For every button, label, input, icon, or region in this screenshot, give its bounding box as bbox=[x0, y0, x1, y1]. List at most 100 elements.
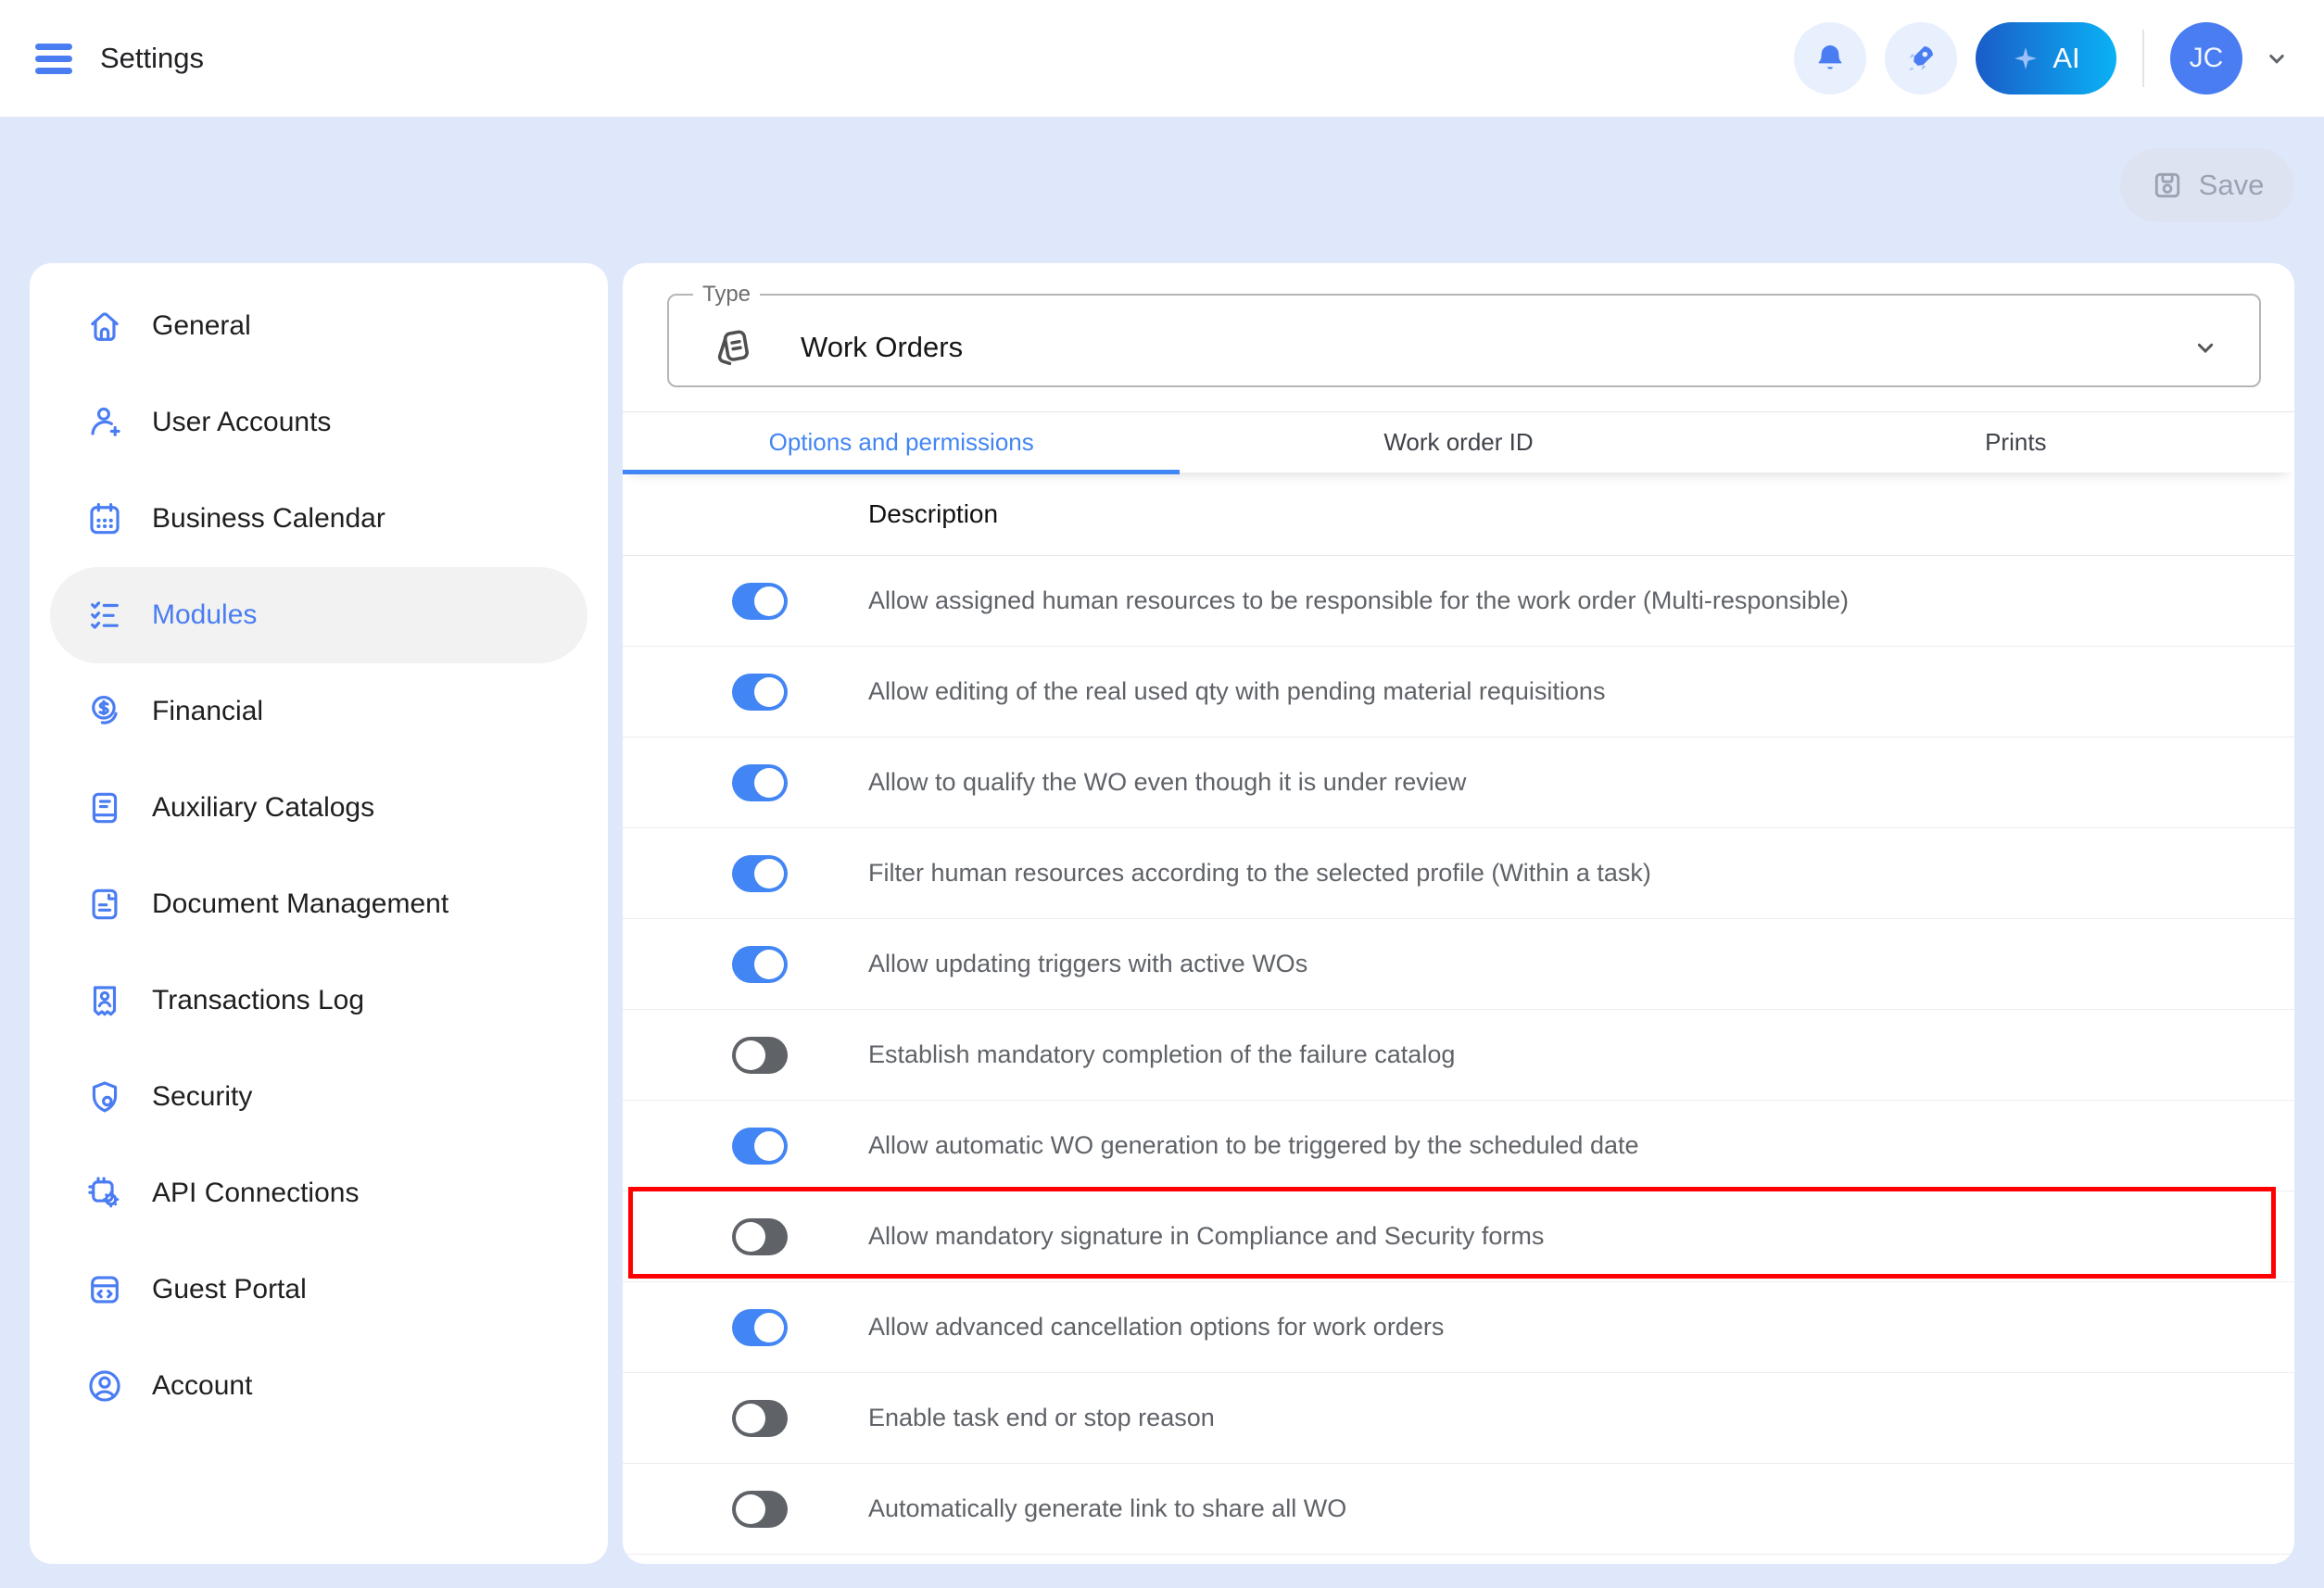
description-column-header: Description bbox=[623, 473, 2294, 556]
page-title: Settings bbox=[100, 42, 204, 75]
permission-description: Filter human resources according to the … bbox=[868, 859, 1707, 888]
modules-panel: Type Work Orders bbox=[623, 263, 2294, 1564]
bell-icon bbox=[1812, 40, 1849, 77]
permission-description: Allow to qualify the WO even though it i… bbox=[868, 768, 1522, 797]
toggle-knob bbox=[736, 1222, 765, 1252]
permission-description: Allow assigned human resources to be res… bbox=[868, 586, 1904, 615]
toggle-knob bbox=[754, 950, 784, 979]
toggle-knob bbox=[736, 1404, 765, 1433]
sidebar-item-label: Auxiliary Catalogs bbox=[152, 792, 374, 824]
sidebar-item-auxiliary-catalogs[interactable]: Auxiliary Catalogs bbox=[50, 760, 587, 856]
sidebar-item-modules[interactable]: Modules bbox=[50, 567, 587, 663]
save-icon bbox=[2151, 169, 2184, 202]
toggle-switch[interactable] bbox=[732, 1400, 788, 1437]
launch-button[interactable] bbox=[1885, 22, 1957, 95]
permission-row: Filter human resources according to the … bbox=[623, 828, 2294, 919]
sidebar-item-label: General bbox=[152, 310, 251, 342]
sidebar-item-security[interactable]: Security bbox=[50, 1049, 587, 1145]
sidebar-item-label: Guest Portal bbox=[152, 1274, 307, 1305]
type-field-label: Type bbox=[693, 282, 760, 308]
document-icon bbox=[85, 885, 124, 924]
user-add-icon bbox=[85, 403, 124, 442]
toggle-knob bbox=[754, 859, 784, 889]
toggle-switch[interactable] bbox=[732, 855, 788, 892]
tab-label: Options and permissions bbox=[769, 428, 1034, 457]
sidebar-item-label: Document Management bbox=[152, 889, 448, 920]
sidebar-item-api-connections[interactable]: API Connections bbox=[50, 1145, 587, 1241]
shield-icon bbox=[85, 1078, 124, 1116]
header-divider bbox=[2142, 30, 2144, 87]
avatar-initials: JC bbox=[2190, 43, 2224, 74]
permission-description: Allow updating triggers with active WOs bbox=[868, 950, 1363, 978]
menu-icon[interactable] bbox=[35, 44, 72, 74]
permission-description: Automatically generate link to share all… bbox=[868, 1494, 1402, 1523]
permissions-list: Allow assigned human resources to be res… bbox=[623, 556, 2294, 1564]
permission-description: Establish mandatory completion of the fa… bbox=[868, 1040, 1510, 1069]
permission-row: Allow updating triggers with active WOs bbox=[623, 919, 2294, 1010]
toggle-switch[interactable] bbox=[732, 764, 788, 801]
receipt-user-icon bbox=[85, 981, 124, 1020]
sidebar-item-business-calendar[interactable]: Business Calendar bbox=[50, 471, 587, 567]
toggle-switch[interactable] bbox=[732, 674, 788, 711]
sidebar-item-document-management[interactable]: Document Management bbox=[50, 856, 587, 952]
permission-row: Allow to qualify the WO even though it i… bbox=[623, 737, 2294, 828]
chevron-down-icon[interactable] bbox=[2263, 44, 2291, 72]
type-select[interactable]: Work Orders bbox=[669, 308, 2259, 387]
toggle-knob bbox=[736, 1040, 765, 1070]
permission-row: Allow editing of the real used qty with … bbox=[623, 647, 2294, 737]
checklist-icon bbox=[85, 596, 124, 635]
toolbar: Save bbox=[0, 117, 2324, 263]
ai-button-label: AI bbox=[2052, 42, 2079, 75]
chip-gear-icon bbox=[85, 1174, 124, 1213]
toggle-switch[interactable] bbox=[732, 946, 788, 983]
toggle-switch[interactable] bbox=[732, 1218, 788, 1255]
ai-assistant-button[interactable]: AI bbox=[1976, 22, 2116, 95]
save-button[interactable]: Save bbox=[2120, 148, 2294, 222]
toggle-switch[interactable] bbox=[732, 1128, 788, 1165]
sidebar-item-transactions-log[interactable]: Transactions Log bbox=[50, 952, 587, 1049]
type-select-value: Work Orders bbox=[801, 331, 963, 364]
permission-description: Allow advanced cancellation options for … bbox=[868, 1313, 1499, 1342]
home-icon bbox=[85, 307, 124, 346]
permission-row: Allow automatic WO generation to be trig… bbox=[623, 1101, 2294, 1191]
calendar-icon bbox=[85, 499, 124, 538]
sidebar-item-label: User Accounts bbox=[152, 407, 331, 438]
toggle-knob bbox=[754, 1313, 784, 1342]
toggle-switch[interactable] bbox=[732, 1309, 788, 1346]
toggle-knob bbox=[736, 1494, 765, 1524]
permission-row: Allow advanced cancellation options for … bbox=[623, 1282, 2294, 1373]
toggle-switch[interactable] bbox=[732, 583, 788, 620]
tab-label: Work order ID bbox=[1383, 428, 1533, 457]
toggle-switch[interactable] bbox=[732, 1491, 788, 1528]
user-circle-icon bbox=[85, 1367, 124, 1405]
tab-options[interactable]: Options and permissions bbox=[623, 412, 1180, 473]
save-button-label: Save bbox=[2199, 169, 2265, 202]
settings-sidebar: General User Accounts Business Calendar Mod… bbox=[30, 263, 608, 1564]
permission-description: Allow automatic WO generation to be trig… bbox=[868, 1131, 1695, 1160]
toggle-knob bbox=[754, 677, 784, 707]
rocket-icon bbox=[1902, 40, 1939, 77]
sidebar-item-guest-portal[interactable]: Guest Portal bbox=[50, 1241, 587, 1338]
tab-prints[interactable]: Prints bbox=[1737, 412, 2294, 473]
toggle-knob bbox=[754, 1131, 784, 1161]
sidebar-item-general[interactable]: General bbox=[50, 278, 587, 374]
permission-row: Automatically generate link to share all… bbox=[623, 1464, 2294, 1555]
permission-row-highlighted: Allow mandatory signature in Compliance … bbox=[623, 1191, 2294, 1282]
book-icon bbox=[85, 788, 124, 827]
toggle-knob bbox=[754, 768, 784, 798]
top-bar: Settings bbox=[0, 0, 2324, 117]
type-select-field: Type Work Orders bbox=[667, 282, 2261, 387]
sparkle-icon bbox=[2012, 44, 2040, 72]
notifications-button[interactable] bbox=[1794, 22, 1866, 95]
select-chevron-icon bbox=[2191, 333, 2220, 362]
sidebar-item-user-accounts[interactable]: User Accounts bbox=[50, 374, 587, 471]
toggle-switch[interactable] bbox=[732, 1037, 788, 1074]
sidebar-item-label: API Connections bbox=[152, 1178, 359, 1209]
sidebar-item-account[interactable]: Account bbox=[50, 1338, 587, 1434]
sidebar-item-label: Modules bbox=[152, 599, 257, 631]
sidebar-item-label: Business Calendar bbox=[152, 503, 385, 535]
sidebar-item-label: Account bbox=[152, 1370, 252, 1402]
avatar[interactable]: JC bbox=[2170, 22, 2242, 95]
sidebar-item-financial[interactable]: Financial bbox=[50, 663, 587, 760]
tab-work-order-id[interactable]: Work order ID bbox=[1180, 412, 1737, 473]
